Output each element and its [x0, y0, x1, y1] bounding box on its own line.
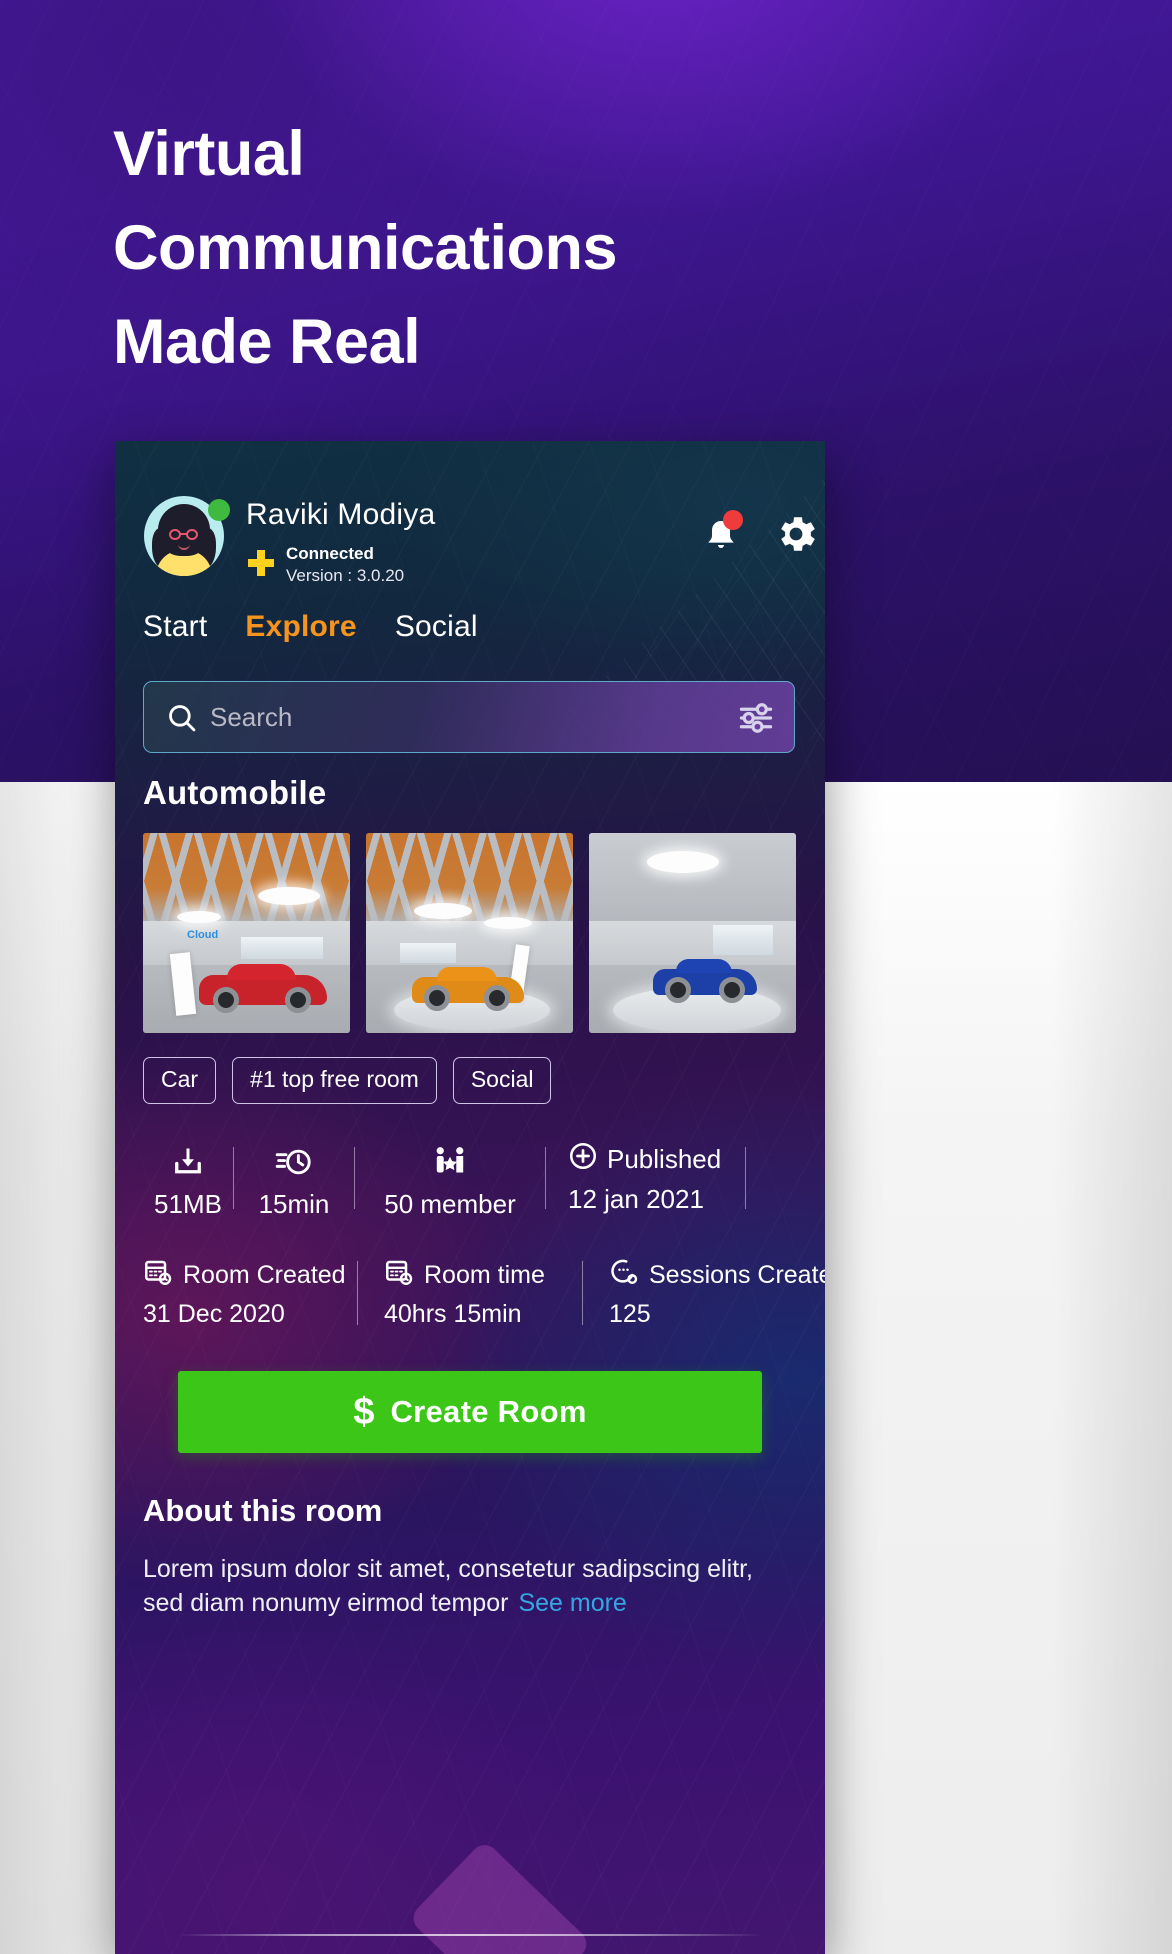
profile-name: Raviki Modiya	[246, 498, 436, 531]
about-title: About this room	[143, 1493, 383, 1528]
tab-explore[interactable]: Explore	[245, 610, 356, 644]
thumbnail-room-3[interactable]	[589, 833, 796, 1033]
connection-info: Connected Version : 3.0.20	[286, 544, 404, 586]
dollar-icon: $	[353, 1391, 375, 1433]
plus-icon	[246, 548, 276, 578]
members-icon	[430, 1141, 470, 1183]
stat-divider	[357, 1261, 358, 1325]
tag-list: Car #1 top free room Social	[143, 1057, 552, 1104]
car-model	[199, 975, 327, 1013]
thumbnail-room-1[interactable]: Cloud	[143, 833, 350, 1033]
avatar-glasses-bridge	[180, 533, 187, 535]
search-input[interactable]: Search	[210, 702, 292, 733]
app-version: Version : 3.0.20	[286, 565, 405, 585]
search-bar[interactable]: Search	[143, 681, 795, 753]
online-status-dot	[208, 499, 230, 521]
stat-room-created-label: Room Created	[183, 1261, 346, 1289]
stat-room-time-label: Room time	[424, 1261, 545, 1289]
stat-published-label: Published	[607, 1144, 722, 1174]
ceiling-lamp	[414, 903, 472, 919]
tag-top-free[interactable]: #1 top free room	[232, 1057, 437, 1104]
tab-bar: Start Explore Social	[143, 610, 478, 644]
tab-start[interactable]: Start	[143, 610, 207, 644]
stat-room-created: Room Created 31 Dec 2020	[143, 1257, 357, 1329]
calendar-clock-icon	[384, 1257, 414, 1294]
page-root: Virtual Communications Made Real Raviki …	[0, 0, 1172, 1954]
profile-header: Raviki Modiya Connected Version : 3.0.20	[144, 496, 815, 596]
chat-session-icon	[609, 1257, 639, 1294]
stat-duration-value: 15min	[258, 1189, 330, 1219]
notifications-button[interactable]	[697, 510, 745, 562]
search-icon	[165, 701, 199, 735]
showroom-ceiling	[589, 833, 796, 925]
hero-title: Virtual Communications Made Real	[113, 108, 833, 390]
see-more-link[interactable]: See more	[518, 1589, 626, 1617]
ceiling-lamp	[177, 911, 221, 923]
calendar-clock-icon	[143, 1257, 173, 1294]
cloud-logo: Cloud	[187, 929, 219, 941]
ceiling-lamp	[258, 887, 320, 905]
tag-social[interactable]: Social	[452, 1057, 552, 1104]
showroom-window	[713, 925, 773, 955]
stats-row-primary: 51MB 15min 50 member Published 12 jan 20…	[143, 1141, 747, 1220]
showroom-window	[400, 943, 456, 963]
stats-row-secondary: Room Created 31 Dec 2020 Room time 40hrs…	[143, 1257, 825, 1329]
stat-size: 51MB	[143, 1141, 233, 1220]
stat-duration: 15min	[234, 1141, 354, 1220]
about-text: Lorem ipsum dolor sit amet, consetetur s…	[143, 1555, 753, 1617]
stat-room-time: Room time 40hrs 15min	[384, 1257, 582, 1329]
tag-car[interactable]: Car	[143, 1057, 217, 1104]
hero-title-line-2: Communications	[113, 212, 618, 283]
create-room-label: Create Room	[390, 1394, 587, 1429]
stat-divider	[582, 1261, 583, 1325]
download-icon	[170, 1141, 206, 1183]
about-body: Lorem ipsum dolor sit amet, consetetur s…	[143, 1552, 783, 1620]
stat-sessions-value: 125	[609, 1300, 651, 1328]
ceiling-lamp	[484, 917, 532, 929]
create-room-button[interactable]: $ Create Room	[178, 1371, 762, 1453]
gear-icon	[781, 517, 815, 551]
avatar-glasses-right	[186, 529, 198, 540]
stat-divider	[545, 1147, 546, 1209]
bottom-divider	[177, 1934, 763, 1936]
stat-room-time-value: 40hrs 15min	[384, 1300, 522, 1328]
clock-fast-icon	[275, 1141, 313, 1183]
showroom-window	[241, 937, 323, 959]
stat-published-value: 12 jan 2021	[568, 1184, 704, 1214]
showroom-ceiling	[143, 833, 350, 925]
connection-status: Connected	[286, 544, 374, 563]
car-model	[653, 969, 757, 1003]
stat-size-value: 51MB	[154, 1189, 222, 1219]
filter-sliders-icon[interactable]	[738, 702, 774, 734]
settings-button[interactable]	[772, 510, 822, 562]
notification-badge	[723, 510, 743, 530]
plus-circle-icon	[568, 1141, 598, 1178]
hero-title-line-3: Made Real	[113, 306, 421, 377]
thumbnail-room-2[interactable]	[366, 833, 573, 1033]
stat-sessions-label: Sessions Created	[649, 1261, 825, 1289]
section-title: Automobile	[143, 774, 327, 811]
stat-published: Published 12 jan 2021	[568, 1141, 721, 1215]
decorative-shape	[407, 1839, 593, 1954]
stat-members-value: 50 member	[384, 1189, 516, 1219]
thumbnail-gallery: Cloud	[143, 833, 796, 1033]
stat-members: 50 member	[355, 1141, 545, 1220]
stat-sessions-created: Sessions Created 125	[609, 1257, 825, 1329]
car-model	[412, 977, 524, 1011]
hero-title-line-1: Virtual	[113, 119, 305, 189]
ceiling-lamp	[647, 851, 719, 873]
app-screenshot-card: Raviki Modiya Connected Version : 3.0.20	[115, 441, 825, 1954]
stat-divider	[745, 1147, 747, 1209]
tab-social[interactable]: Social	[395, 610, 478, 644]
stat-room-created-value: 31 Dec 2020	[143, 1300, 285, 1328]
